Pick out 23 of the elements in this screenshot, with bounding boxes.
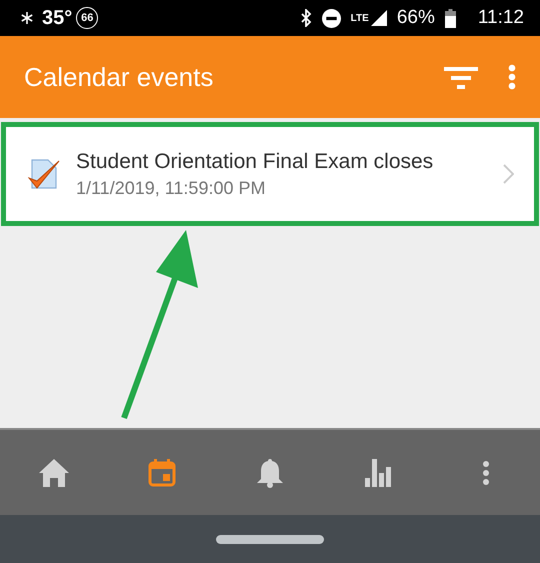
- bar-chart-icon[interactable]: [365, 458, 391, 486]
- event-item[interactable]: Student Orientation Final Exam closes 1/11/2019, 11:59:00 PM: [1, 122, 539, 226]
- network-type: LTE: [350, 13, 369, 24]
- battery-icon: [444, 8, 456, 28]
- battery-level: 66%: [396, 7, 435, 29]
- chevron-icon: [503, 164, 514, 184]
- home-gesture-bar[interactable]: [216, 534, 324, 544]
- notification-badge: 66: [76, 7, 98, 29]
- calendar-icon[interactable]: [148, 458, 176, 486]
- filter-icon[interactable]: [444, 65, 478, 89]
- temperature: 35°: [42, 6, 72, 30]
- more-icon[interactable]: [508, 64, 516, 90]
- event-date: 1/11/2019, 11:59:00 PM: [76, 178, 266, 198]
- event-title: Student Orientation Final Exam closes: [76, 150, 434, 174]
- clock: 11:12: [478, 7, 524, 29]
- snowflake-icon: [20, 11, 34, 25]
- more-icon[interactable]: [482, 460, 490, 486]
- signal-icon: [370, 10, 387, 26]
- home-icon[interactable]: [39, 458, 69, 486]
- bell-icon[interactable]: [257, 458, 283, 488]
- do-not-disturb-icon: [322, 8, 341, 28]
- app-title: Calendar events: [24, 62, 214, 92]
- bluetooth-icon: [300, 9, 312, 27]
